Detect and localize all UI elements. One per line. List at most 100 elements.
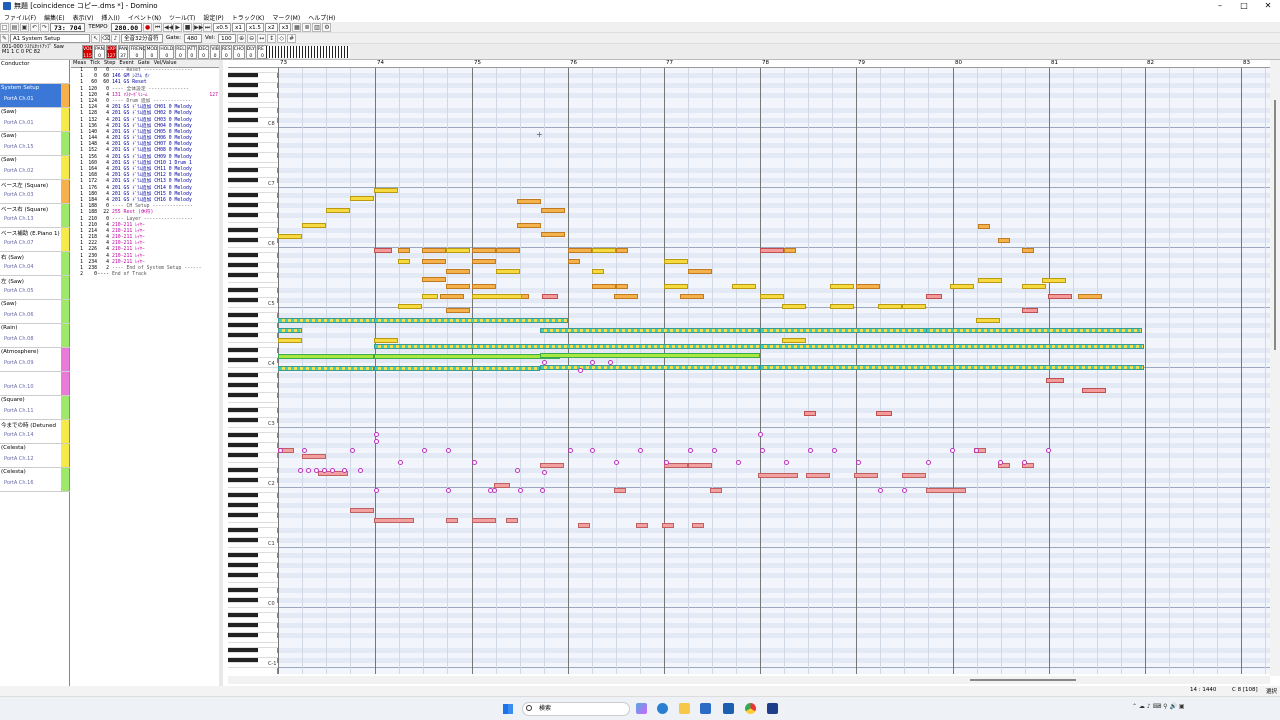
note[interactable]	[302, 454, 326, 459]
piano-key[interactable]	[228, 308, 278, 313]
piano-key[interactable]	[228, 293, 278, 298]
velocity-point[interactable]	[784, 460, 789, 465]
note[interactable]	[374, 318, 568, 323]
note[interactable]	[926, 488, 966, 493]
note[interactable]	[614, 488, 626, 493]
velocity-point[interactable]	[856, 460, 861, 465]
velocity-point[interactable]	[568, 448, 573, 453]
piano-key[interactable]	[228, 268, 278, 273]
mini-keyboard[interactable]	[264, 46, 350, 58]
piano-key[interactable]	[228, 88, 278, 93]
piano-key[interactable]	[228, 188, 278, 193]
note[interactable]	[541, 232, 565, 237]
piano-key[interactable]	[228, 163, 278, 168]
piano-key[interactable]	[228, 213, 258, 218]
track-item[interactable]: (Saw) PortA Ch.15	[0, 132, 70, 156]
forward-end-icon[interactable]: ⏭	[203, 22, 213, 32]
note[interactable]	[422, 259, 446, 264]
note[interactable]	[278, 338, 302, 343]
velocity-point[interactable]	[614, 460, 619, 465]
note[interactable]	[472, 259, 496, 264]
note[interactable]	[614, 294, 638, 299]
piano-key[interactable]	[228, 388, 278, 393]
velocity-input[interactable]: 100	[218, 33, 237, 43]
velocity-point[interactable]	[330, 468, 335, 473]
note[interactable]	[374, 248, 392, 253]
track-item[interactable]: ベース補助 (E.Piano 1) PortA Ch.07	[0, 228, 70, 252]
taskbar-search[interactable]: 検索	[522, 702, 630, 716]
note[interactable]	[494, 483, 510, 488]
note[interactable]	[398, 248, 410, 253]
note[interactable]	[592, 248, 616, 253]
piano-key[interactable]	[228, 138, 278, 143]
velocity-point[interactable]	[342, 468, 347, 473]
list-column-header[interactable]: Gate	[136, 60, 152, 67]
piano-key[interactable]	[228, 498, 278, 503]
piano-key[interactable]	[228, 103, 278, 108]
piano-keyboard[interactable]: C8 C7 C6 C5 C4 C3 C2 C1 C0 C-1	[228, 68, 278, 674]
velocity-point[interactable]	[950, 448, 955, 453]
piano-key[interactable]	[228, 278, 278, 283]
velocity-point[interactable]	[974, 448, 979, 453]
piano-key[interactable]	[228, 428, 278, 433]
select-tool-icon[interactable]: ↖	[91, 33, 100, 43]
piano-key[interactable]	[228, 613, 258, 618]
menu-item[interactable]: 表示(V)	[69, 13, 98, 22]
note[interactable]	[902, 473, 926, 478]
menu-item[interactable]: ヘルプ(H)	[304, 13, 339, 22]
note[interactable]	[926, 328, 1142, 333]
piano-key[interactable]	[228, 528, 258, 533]
zoom-out-icon[interactable]: ⊖	[247, 33, 257, 43]
note[interactable]	[446, 284, 470, 289]
track-item[interactable]: ベース右 (Square) PortA Ch.13	[0, 204, 70, 228]
piano-key[interactable]	[228, 653, 278, 658]
track-item[interactable]: (Saw) PortA Ch.06	[0, 300, 70, 324]
note[interactable]	[998, 238, 1010, 243]
velocity-point[interactable]	[314, 468, 319, 473]
note[interactable]	[950, 284, 974, 289]
velocity-point[interactable]	[998, 460, 1003, 465]
note[interactable]	[446, 518, 458, 523]
piano-key[interactable]	[228, 258, 278, 263]
piano-key[interactable]	[228, 643, 278, 648]
play-icon[interactable]: ▶	[173, 22, 183, 32]
piano-key[interactable]	[228, 628, 278, 633]
piano-key[interactable]	[228, 318, 278, 323]
velocity-point[interactable]	[760, 448, 765, 453]
piano-key[interactable]	[228, 448, 278, 453]
menu-item[interactable]: イベント(N)	[124, 13, 165, 22]
velocity-point[interactable]	[422, 448, 427, 453]
piano-key[interactable]	[228, 463, 278, 468]
list-column-header[interactable]: Meas	[71, 60, 88, 67]
piano-key[interactable]	[228, 348, 258, 353]
note[interactable]	[854, 473, 878, 478]
velocity-point[interactable]	[374, 432, 379, 437]
piano-key[interactable]	[228, 298, 258, 303]
gate-input[interactable]: 480	[184, 33, 203, 43]
menu-item[interactable]: ツール(T)	[165, 13, 199, 22]
piano-key[interactable]	[228, 238, 258, 243]
stop-icon[interactable]: ■	[183, 22, 193, 32]
note[interactable]	[782, 338, 806, 343]
piano-key[interactable]	[228, 78, 278, 83]
velocity-point[interactable]	[1022, 460, 1027, 465]
menu-item[interactable]: ファイル(F)	[0, 13, 40, 22]
piano-key[interactable]	[228, 558, 278, 563]
vertical-scroll-thumb[interactable]	[1274, 100, 1276, 350]
piano-key[interactable]	[228, 173, 278, 178]
piano-key[interactable]	[228, 338, 278, 343]
horizontal-scroll-thumb[interactable]	[970, 679, 1076, 681]
list-column-header[interactable]: Step	[102, 60, 117, 67]
open-file-icon[interactable]: ▤	[10, 22, 19, 32]
speed-button[interactable]: x1.5	[245, 22, 264, 32]
note[interactable]	[1082, 388, 1106, 393]
chrome-icon[interactable]	[745, 703, 756, 714]
piano-key[interactable]	[228, 398, 278, 403]
piano-key[interactable]	[228, 658, 258, 663]
store-icon[interactable]	[700, 703, 711, 714]
piano-key[interactable]	[228, 283, 278, 288]
note[interactable]	[688, 269, 712, 274]
note[interactable]	[784, 248, 796, 253]
track-item[interactable]: (Celesta) PortA Ch.16	[0, 468, 70, 492]
note[interactable]	[542, 294, 558, 299]
